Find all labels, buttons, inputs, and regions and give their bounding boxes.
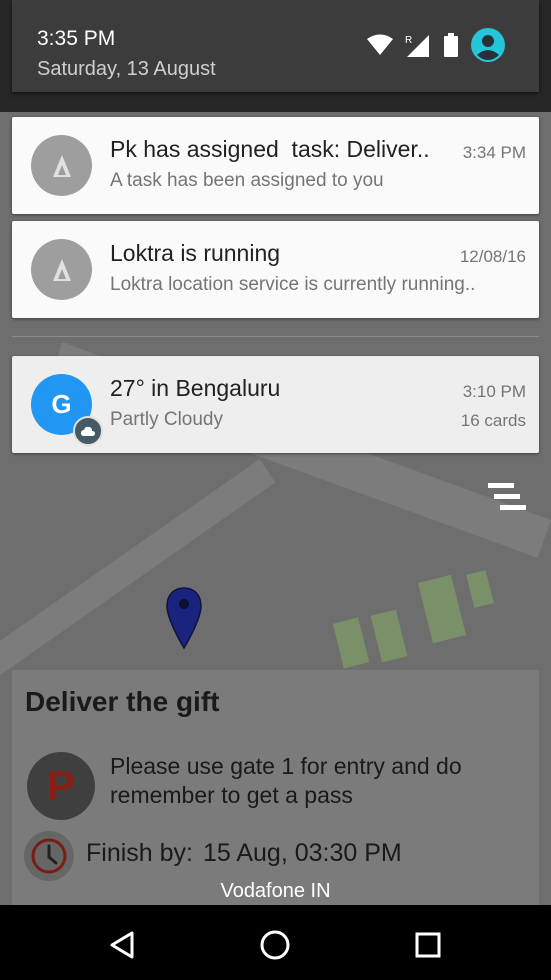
loktra-icon <box>31 135 92 196</box>
clear-all-icon[interactable] <box>488 482 526 512</box>
cards-count: 16 cards <box>460 411 526 430</box>
battery-icon <box>444 33 458 57</box>
quick-settings-header[interactable]: 3:35 PM Saturday, 13 August R <box>12 0 539 92</box>
date[interactable]: Saturday, 13 August <box>37 58 216 81</box>
map-park <box>418 574 466 644</box>
loktra-icon <box>31 239 92 300</box>
parking-icon: P <box>27 752 95 820</box>
home-icon[interactable] <box>255 925 295 965</box>
notification-title: Pk has assigned task: Deliver.. <box>110 136 430 162</box>
map-road <box>0 459 276 689</box>
recents-icon[interactable] <box>408 925 448 965</box>
map-park <box>370 609 408 663</box>
notification-title: Loktra is running <box>110 240 281 266</box>
parking-letter: P <box>46 762 75 809</box>
user-avatar-icon[interactable] <box>471 28 505 62</box>
map-park <box>466 570 494 608</box>
map-pin-icon[interactable] <box>164 586 204 650</box>
google-letter: G <box>51 389 72 419</box>
back-icon[interactable] <box>103 925 143 965</box>
notification-time: 12/08/16 <box>459 247 526 266</box>
notification-time: 3:34 PM <box>462 143 526 162</box>
notification-divider <box>12 336 539 337</box>
finish-label: Finish by: <box>86 839 193 867</box>
notification-text: Loktra location service is currently run… <box>110 274 476 295</box>
roaming-label: R <box>405 35 412 46</box>
task-title: Deliver the gift <box>25 686 220 717</box>
weather-text: Partly Cloudy <box>110 409 223 430</box>
signal-roaming-icon: R <box>405 35 429 57</box>
map-park <box>332 617 370 669</box>
notification-task-assigned[interactable]: Pk has assigned task: Deliver.. A task h… <box>12 117 539 214</box>
status-icons: R <box>367 28 517 62</box>
weather-time: 3:10 PM <box>462 382 526 401</box>
finish-value: 15 Aug, 03:30 PM <box>202 839 402 867</box>
notification-text: A task has been assigned to you <box>110 170 384 191</box>
weather-title: 27° in Bengaluru <box>110 375 281 401</box>
clock-icon <box>24 831 74 881</box>
task-note: Please use gate 1 for entry and do remem… <box>110 753 462 808</box>
notification-google-weather[interactable]: G 27° in Bengaluru Partly Cloudy 3:10 PM… <box>12 356 539 453</box>
wifi-icon <box>367 34 393 55</box>
clock: 3:35 PM <box>37 27 116 50</box>
notification-loktra-running[interactable]: Loktra is running Loktra location servic… <box>12 221 539 318</box>
cloud-icon <box>73 416 103 446</box>
navigation-bar <box>0 905 551 980</box>
carrier-label: Vodafone IN <box>220 880 331 902</box>
task-card[interactable]: Deliver the gift P Please use gate 1 for… <box>12 670 539 905</box>
finish-row: Finish by: 15 Aug, 03:30 PM <box>86 839 402 868</box>
